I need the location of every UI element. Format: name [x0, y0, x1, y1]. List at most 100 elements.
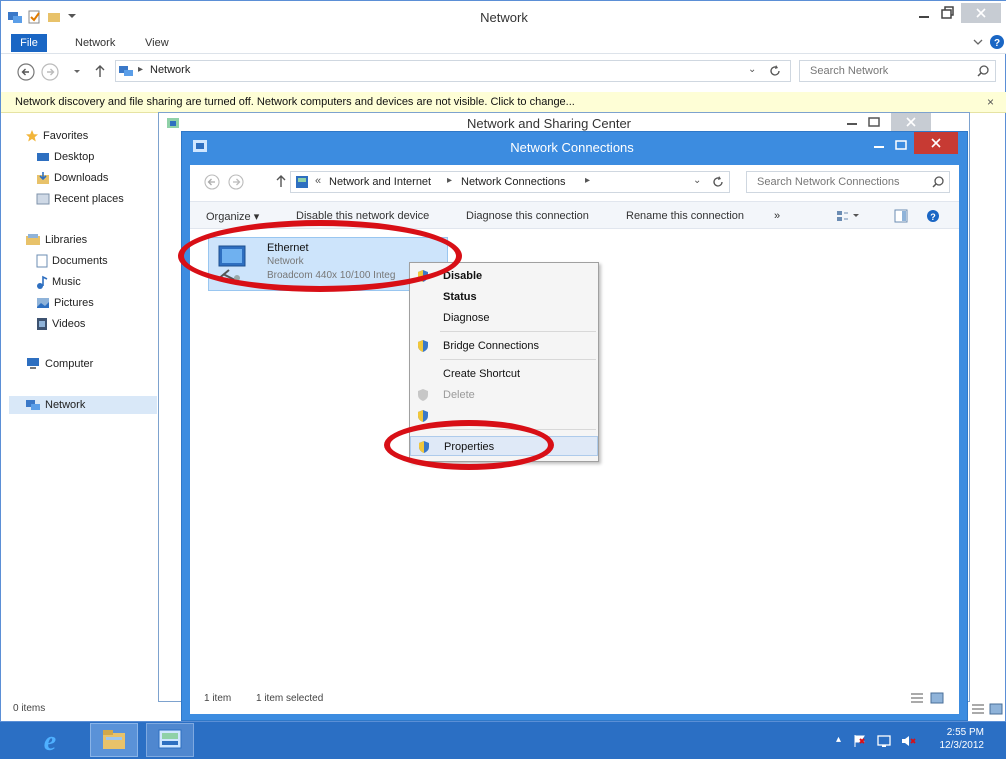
- show-hidden-icons-button[interactable]: ▴: [836, 734, 841, 745]
- up-arrow-icon[interactable]: [95, 64, 105, 78]
- back-button[interactable]: [17, 63, 35, 81]
- forward-button[interactable]: [41, 63, 59, 81]
- nav-downloads[interactable]: Downloads: [36, 169, 108, 187]
- back-button[interactable]: [204, 174, 220, 190]
- nav-desktop-label: Desktop: [54, 151, 95, 163]
- outer-status-bar: 0 items: [13, 703, 46, 714]
- nav-libraries-label: Libraries: [45, 234, 88, 246]
- network-tray-icon[interactable]: [876, 733, 892, 749]
- breadcrumb-separator: ▸: [585, 175, 591, 186]
- status-bar: 1 item 1 item selected: [190, 687, 959, 713]
- uac-shield-icon: [417, 339, 429, 353]
- infobar-close-icon[interactable]: ×: [987, 95, 994, 109]
- nav-recent-places[interactable]: Recent places: [36, 190, 124, 208]
- address-dropdown-icon[interactable]: ⌄: [748, 64, 756, 75]
- minimize-button[interactable]: [917, 7, 931, 21]
- forward-button[interactable]: [228, 174, 244, 190]
- help-icon[interactable]: ?: [926, 209, 940, 223]
- change-view-icon[interactable]: [836, 209, 860, 223]
- item-count: 1 item: [204, 693, 232, 704]
- menu-item-create-shortcut[interactable]: Create Shortcut: [410, 364, 598, 384]
- breadcrumb-network[interactable]: Network: [150, 64, 190, 76]
- window-title: Network Connections: [510, 140, 634, 155]
- infobar-message: Network discovery and file sharing are t…: [15, 96, 575, 108]
- address-dropdown-icon[interactable]: ⌄: [693, 175, 701, 186]
- nav-music[interactable]: Music: [36, 273, 81, 291]
- svg-text:?: ?: [930, 212, 936, 222]
- large-icons-view-icon[interactable]: [930, 692, 944, 704]
- nav-videos-label: Videos: [52, 318, 86, 330]
- menu-delete-label: Delete: [443, 389, 475, 401]
- breadcrumb-network-connections[interactable]: Network Connections: [461, 176, 566, 188]
- nav-network[interactable]: Network: [25, 396, 85, 414]
- navigation-pane: Favorites Desktop Downloads Recent place…: [9, 119, 159, 709]
- nav-documents[interactable]: Documents: [36, 252, 108, 270]
- downloads-icon: [36, 171, 50, 185]
- clock[interactable]: 2:55 PM 12/3/2012: [940, 726, 985, 752]
- tab-view[interactable]: View: [145, 37, 169, 49]
- action-center-flag-icon[interactable]: [852, 733, 868, 749]
- restore-button[interactable]: [939, 5, 955, 21]
- details-view-icon[interactable]: [971, 703, 985, 715]
- menu-item-bridge-connections[interactable]: Bridge Connections: [410, 336, 598, 356]
- nav-desktop[interactable]: Desktop: [36, 148, 94, 166]
- search-placeholder: Search Network: [810, 65, 889, 77]
- up-arrow-icon[interactable]: [276, 174, 286, 188]
- menu-bridge-label: Bridge Connections: [443, 340, 540, 352]
- nav-computer[interactable]: Computer: [25, 355, 93, 373]
- rename-connection-button[interactable]: Rename this connection: [626, 210, 744, 222]
- svg-text:e: e: [44, 726, 56, 754]
- large-icons-view-icon[interactable]: [989, 703, 1003, 715]
- network-discovery-infobar[interactable]: Network discovery and file sharing are t…: [1, 92, 1006, 113]
- computer-icon: [25, 357, 41, 371]
- minimize-button[interactable]: [845, 115, 859, 129]
- nav-documents-label: Documents: [52, 255, 108, 267]
- nav-videos[interactable]: Videos: [36, 315, 85, 333]
- organize-button[interactable]: Organize ▾: [206, 210, 259, 223]
- menu-separator: [440, 331, 596, 332]
- volume-muted-icon[interactable]: [900, 733, 916, 749]
- nav-pictures-label: Pictures: [54, 297, 94, 309]
- refresh-icon[interactable]: [711, 175, 725, 189]
- uac-shield-icon: [417, 388, 429, 402]
- close-button[interactable]: [891, 113, 931, 131]
- address-bar[interactable]: ▸ Network ⌄: [115, 60, 791, 82]
- preview-pane-icon[interactable]: [894, 209, 908, 223]
- network-location-icon: [118, 64, 134, 78]
- recent-locations-icon[interactable]: [73, 69, 81, 75]
- nav-recent-label: Recent places: [54, 193, 124, 205]
- search-icon[interactable]: [976, 64, 990, 78]
- breadcrumb-network-and-internet[interactable]: Network and Internet: [329, 176, 431, 188]
- address-bar[interactable]: « Network and Internet ▸ Network Connect…: [290, 171, 730, 193]
- control-panel-taskbar-button[interactable]: [146, 723, 194, 757]
- file-explorer-taskbar-button[interactable]: [90, 723, 138, 757]
- menu-item-status[interactable]: Status: [410, 287, 598, 307]
- maximize-button[interactable]: [867, 115, 881, 129]
- close-button[interactable]: [961, 3, 1001, 23]
- close-button[interactable]: [914, 132, 958, 154]
- ribbon-expand-icon[interactable]: [973, 38, 983, 46]
- menu-separator: [440, 359, 596, 360]
- menu-item-diagnose[interactable]: Diagnose: [410, 308, 598, 328]
- diagnose-connection-button[interactable]: Diagnose this connection: [466, 210, 589, 222]
- title-bar[interactable]: Network: [1, 1, 1006, 32]
- internet-explorer-icon[interactable]: e: [34, 726, 66, 754]
- annotation-circle-ethernet: [178, 220, 462, 292]
- nav-libraries[interactable]: Libraries: [25, 231, 87, 249]
- nav-pictures[interactable]: Pictures: [36, 294, 94, 312]
- window-title: Network: [480, 10, 528, 25]
- details-view-icon[interactable]: [910, 692, 924, 704]
- search-network-input[interactable]: Search Network: [799, 60, 996, 82]
- nav-favorites[interactable]: Favorites: [25, 127, 88, 145]
- search-connections-input[interactable]: Search Network Connections: [746, 171, 950, 193]
- search-icon[interactable]: [931, 175, 945, 189]
- organize-label: Organize: [206, 211, 251, 223]
- nav-computer-label: Computer: [45, 358, 94, 370]
- help-icon[interactable]: ?: [989, 34, 1005, 50]
- maximize-button[interactable]: [894, 138, 908, 152]
- refresh-icon[interactable]: [768, 64, 782, 78]
- tab-network[interactable]: Network: [75, 37, 115, 49]
- more-commands-button[interactable]: »: [774, 210, 780, 222]
- tab-file[interactable]: File: [11, 34, 47, 52]
- minimize-button[interactable]: [872, 138, 886, 152]
